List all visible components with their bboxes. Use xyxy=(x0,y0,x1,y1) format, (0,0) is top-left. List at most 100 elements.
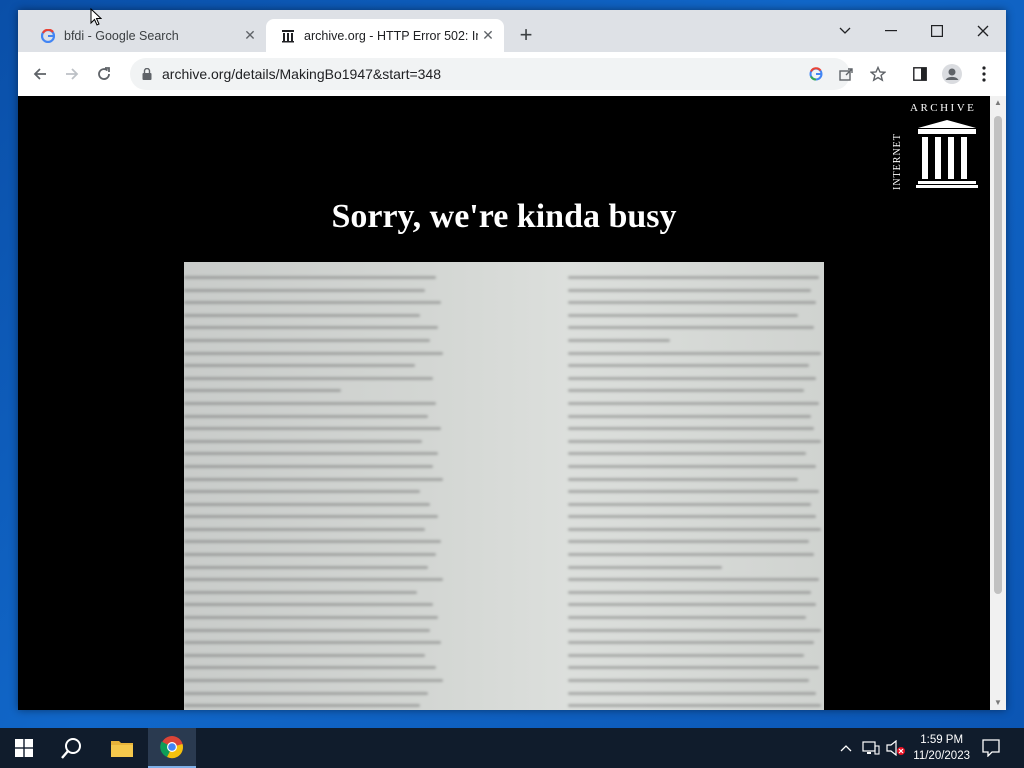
maximize-button[interactable] xyxy=(914,16,960,46)
blurred-text-line xyxy=(184,313,420,317)
blurred-text-line xyxy=(184,540,441,544)
blurred-text-line xyxy=(184,401,436,405)
notifications-button[interactable] xyxy=(976,728,1006,768)
clock-time: 1:59 PM xyxy=(920,734,964,746)
blurred-text-line xyxy=(568,578,819,582)
blurred-text-line xyxy=(568,527,822,531)
blurred-text-line xyxy=(184,351,444,355)
browser-window: bfdi - Google Search ✕ archive.org - HTT… xyxy=(18,10,1006,710)
profile-avatar[interactable] xyxy=(938,60,966,88)
blurred-text-line xyxy=(568,502,812,506)
search-button[interactable] xyxy=(48,728,96,768)
blurred-text-line xyxy=(568,464,817,468)
logo-horizontal-text: ARCHIVE xyxy=(910,102,977,114)
blurred-text-line xyxy=(184,490,420,494)
blurred-text-line xyxy=(184,427,441,431)
blurred-text-line xyxy=(568,276,819,279)
blurred-text-line xyxy=(568,553,814,557)
blurred-text-line xyxy=(184,565,428,569)
archive-building-icon xyxy=(916,120,978,188)
blurred-text-line xyxy=(184,666,436,670)
bookmark-star-icon[interactable] xyxy=(868,64,888,84)
tab-google-search[interactable]: bfdi - Google Search ✕ xyxy=(26,19,266,52)
blurred-text-line xyxy=(568,704,822,708)
scroll-up-arrow-icon[interactable]: ▲ xyxy=(993,98,1003,108)
blurred-text-line xyxy=(184,326,439,330)
close-tab-icon[interactable]: ✕ xyxy=(242,27,258,43)
blurred-text-line xyxy=(568,288,812,292)
share-icon[interactable] xyxy=(836,64,856,84)
network-icon[interactable] xyxy=(860,728,882,768)
folder-icon xyxy=(111,741,133,757)
mouse-cursor-icon xyxy=(90,8,102,26)
forward-button[interactable] xyxy=(58,60,86,88)
search-icon xyxy=(61,738,81,759)
blurred-text-line xyxy=(184,376,433,380)
close-tab-icon[interactable]: ✕ xyxy=(480,27,496,43)
menu-kebab-icon[interactable] xyxy=(970,60,998,88)
blurred-text-line xyxy=(184,527,426,531)
address-bar[interactable]: archive.org/details/MakingBo1947&start=3… xyxy=(130,58,886,90)
blurred-text-line xyxy=(184,590,418,594)
error-headline: Sorry, we're kinda busy xyxy=(331,198,677,235)
blurred-text-line xyxy=(568,338,671,342)
blurred-text-line xyxy=(568,401,819,405)
side-panel-icon[interactable] xyxy=(906,60,934,88)
archive-favicon-icon xyxy=(280,28,296,44)
blurred-text-line xyxy=(568,603,817,607)
reload-button[interactable] xyxy=(90,60,118,88)
tab-archive-error[interactable]: archive.org - HTTP Error 502: Internal S… xyxy=(266,19,504,52)
tab-strip: bfdi - Google Search ✕ archive.org - HTT… xyxy=(18,10,1006,52)
blurred-text-line xyxy=(184,389,342,393)
clock-date: 11/20/2023 xyxy=(913,750,970,762)
show-hidden-icons-chevron-icon[interactable] xyxy=(836,728,856,768)
file-explorer-button[interactable] xyxy=(98,728,146,768)
blurred-text-line xyxy=(184,653,426,657)
blurred-text-line xyxy=(184,641,441,645)
blurred-text-line xyxy=(568,351,822,355)
book-right-page xyxy=(568,276,824,710)
blurred-text-line xyxy=(184,553,436,557)
volume-muted-icon[interactable] xyxy=(884,728,908,768)
blurred-text-line xyxy=(184,502,431,506)
blurred-book-image xyxy=(184,262,824,710)
blurred-text-line xyxy=(568,490,819,494)
system-clock[interactable]: 1:59 PM 11/20/2023 xyxy=(913,732,970,764)
back-button[interactable] xyxy=(26,60,54,88)
tab-search-icon[interactable] xyxy=(822,16,868,46)
google-lens-icon[interactable] xyxy=(806,64,826,84)
google-favicon-icon xyxy=(40,28,56,44)
tab-title: bfdi - Google Search xyxy=(64,28,179,43)
internet-archive-logo[interactable]: INTERNET ARCHIVE xyxy=(890,102,982,192)
blurred-text-line xyxy=(568,427,814,431)
blurred-text-line xyxy=(568,679,809,682)
blurred-text-line xyxy=(184,464,433,468)
vertical-scrollbar[interactable]: ▲ ▼ xyxy=(990,96,1006,710)
close-window-button[interactable] xyxy=(960,16,1006,46)
scrollbar-thumb[interactable] xyxy=(994,116,1002,594)
scroll-down-arrow-icon[interactable]: ▼ xyxy=(993,698,1003,708)
new-tab-button[interactable]: + xyxy=(514,24,538,48)
blurred-text-line xyxy=(184,691,428,695)
blurred-text-line xyxy=(568,326,814,330)
start-button[interactable] xyxy=(0,728,48,768)
blurred-text-line xyxy=(184,301,441,305)
blurred-text-line xyxy=(568,389,804,393)
blurred-text-line xyxy=(568,439,822,443)
blurred-text-line xyxy=(568,616,807,620)
blurred-text-line xyxy=(184,364,415,368)
blurred-text-line xyxy=(184,704,420,708)
blurred-text-line xyxy=(568,628,822,632)
blurred-text-line xyxy=(184,603,433,607)
blurred-text-line xyxy=(568,364,809,368)
blurred-text-line xyxy=(568,666,819,670)
blurred-text-line xyxy=(568,477,799,481)
lock-icon[interactable] xyxy=(140,67,154,81)
blurred-text-line xyxy=(184,515,439,519)
chrome-icon xyxy=(160,736,183,759)
chrome-taskbar-button[interactable] xyxy=(148,728,196,768)
blurred-text-line xyxy=(568,414,812,418)
blurred-text-line xyxy=(184,439,423,443)
blurred-text-line xyxy=(184,414,428,418)
minimize-button[interactable] xyxy=(868,16,914,46)
